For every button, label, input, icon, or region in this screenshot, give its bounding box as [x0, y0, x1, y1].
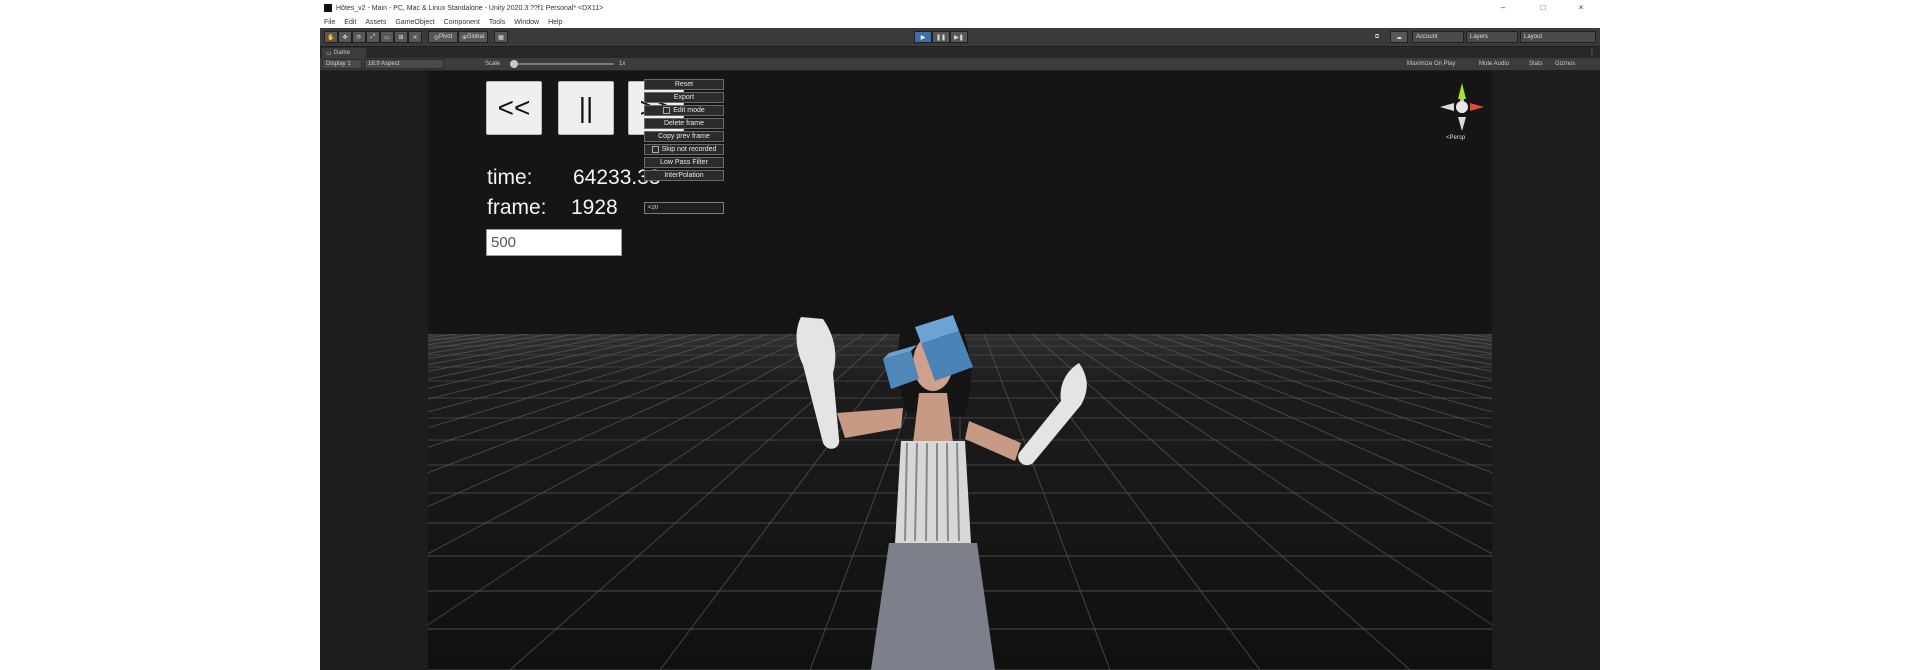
perspective-label[interactable]: <Persp: [1446, 135, 1465, 141]
play-icon: ▶: [920, 34, 926, 41]
game-viewport[interactable]: << || >> time: 64233.33 frame: 1928 Rese…: [428, 71, 1492, 670]
main-toolbar: ✋ ✥ ⟳ ⤢ ▭ ⊞ ✕ ◎ Pivot ⊕ Global ▦ ▶ ❚❚ ▶❚ ⧉…: [320, 28, 1600, 47]
edit-mode-checkbox-icon: [663, 107, 671, 114]
menu-file[interactable]: File: [324, 19, 335, 26]
pause-icon: ❚❚: [935, 34, 947, 41]
prev-frame-button[interactable]: <<: [486, 81, 542, 135]
account-dropdown[interactable]: Account: [1412, 31, 1464, 43]
play-button[interactable]: ▶: [914, 31, 932, 43]
copy-prev-frame-button[interactable]: Copy prev frame: [644, 131, 724, 142]
edit-mode-toggle[interactable]: Edit mode: [644, 105, 724, 116]
menu-component[interactable]: Component: [444, 19, 480, 26]
skip-checkbox-icon: [651, 146, 659, 153]
menu-bar: File Edit Assets GameObject Component To…: [320, 16, 1600, 28]
transform-tool-icon[interactable]: ⊞: [394, 31, 408, 43]
snap-icon[interactable]: ▦: [494, 31, 508, 43]
hand-tool-icon[interactable]: ✋: [324, 31, 338, 43]
rotate-tool-icon[interactable]: ⟳: [352, 31, 366, 43]
menu-edit[interactable]: Edit: [344, 19, 356, 26]
reset-button[interactable]: Reset: [644, 79, 724, 90]
orientation-gizmo-icon[interactable]: [1438, 81, 1486, 133]
rect-tool-icon[interactable]: ▭: [380, 31, 394, 43]
step-icon: ▶❚: [954, 34, 964, 41]
pause-button[interactable]: ❚❚: [932, 31, 950, 43]
scale-slider-track[interactable]: [514, 63, 614, 65]
tab-menu-icon[interactable]: ⋮: [1588, 47, 1596, 56]
menu-gameobject[interactable]: GameObject: [395, 19, 434, 26]
scale-slider-thumb[interactable]: [510, 60, 518, 68]
global-toggle[interactable]: ⊕ Global: [458, 31, 488, 43]
game-view-toolbar: Display 1 16:9 Aspect Scale 1x Maximize …: [320, 58, 1600, 71]
collab-icon[interactable]: ⧉: [1370, 31, 1384, 43]
aspect-dropdown[interactable]: 16:9 Aspect: [364, 59, 444, 69]
frame-value: 1928: [571, 196, 618, 219]
custom-tool-icon[interactable]: ✕: [408, 31, 422, 43]
game-tab-bar: ▭ Game ⋮: [320, 47, 1600, 58]
game-tab-icon: ▭: [326, 50, 332, 57]
pause-playback-button[interactable]: ||: [558, 81, 614, 135]
maximize-button[interactable]: □: [1528, 0, 1558, 16]
menu-window[interactable]: Window: [514, 19, 539, 26]
close-button[interactable]: ×: [1566, 0, 1596, 16]
menu-tools[interactable]: Tools: [489, 19, 505, 26]
scale-tool-icon[interactable]: ⤢: [366, 31, 380, 43]
maximize-on-play-toggle[interactable]: Maximize On Play: [1404, 59, 1472, 69]
frames-count-input[interactable]: [486, 229, 622, 256]
low-pass-filter-button[interactable]: Low Pass Filter: [644, 157, 724, 168]
dancer-figure: [796, 310, 1087, 670]
time-label: time:: [487, 166, 533, 189]
export-button[interactable]: Export: [644, 92, 724, 103]
mute-audio-toggle[interactable]: Mute Audio: [1476, 59, 1524, 69]
unity-app-icon: [324, 4, 332, 12]
pivot-toggle[interactable]: ◎ Pivot: [428, 31, 458, 43]
minimize-button[interactable]: –: [1488, 0, 1518, 16]
layout-dropdown[interactable]: Layout: [1520, 31, 1596, 43]
scale-label: Scale: [485, 61, 501, 67]
stats-toggle[interactable]: Stats: [1526, 59, 1550, 69]
frame-label: frame:: [487, 196, 547, 219]
interpolation-button[interactable]: InterPolation: [644, 170, 724, 181]
threshold-input[interactable]: [644, 202, 724, 214]
menu-help[interactable]: Help: [548, 19, 562, 26]
layers-dropdown[interactable]: Layers: [1466, 31, 1518, 43]
delete-frame-button[interactable]: Delete frame: [644, 118, 724, 129]
tab-game[interactable]: ▭ Game: [322, 48, 366, 58]
gizmos-dropdown[interactable]: Gizmos: [1552, 59, 1598, 69]
skip-not-recorded-toggle[interactable]: Skip not recorded: [644, 144, 724, 155]
step-button[interactable]: ▶❚: [950, 31, 968, 43]
menu-assets[interactable]: Assets: [365, 19, 386, 26]
cloud-icon[interactable]: ☁: [1390, 31, 1408, 43]
window-title: Hôtes_v2 - Main - PC, Mac & Linux Standa…: [336, 4, 604, 12]
unity-editor-window: Hôtes_v2 - Main - PC, Mac & Linux Standa…: [320, 0, 1600, 670]
display-dropdown[interactable]: Display 1: [322, 59, 362, 69]
title-bar: Hôtes_v2 - Main - PC, Mac & Linux Standa…: [320, 0, 1600, 16]
scale-value: 1x: [619, 61, 626, 67]
move-tool-icon[interactable]: ✥: [338, 31, 352, 43]
